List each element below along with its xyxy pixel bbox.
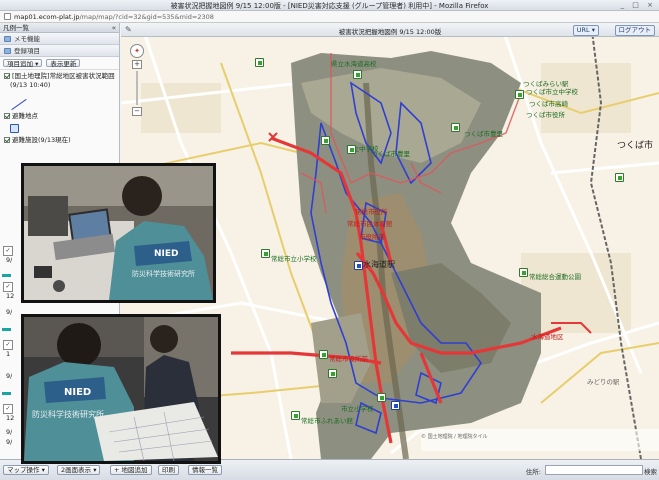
url-text[interactable]: map01.ecom-plat.jp/map/map/?cid=32&gid=5… (14, 13, 214, 21)
shelter-marker-icon[interactable] (291, 411, 300, 420)
photo-operator-at-laptop: NIED 防災科学技術研究所 (21, 163, 216, 303)
zoom-in-button[interactable]: + (132, 60, 142, 69)
logout-button[interactable]: ログアウト (614, 25, 655, 36)
station-marker-icon[interactable] (391, 401, 400, 410)
layers-icon (4, 48, 11, 54)
legend-swatch (2, 328, 11, 331)
shelter-marker-icon[interactable] (451, 123, 460, 132)
memo-icon (4, 36, 11, 42)
place-label: 水海道地区 (531, 333, 564, 341)
address-bar[interactable]: map01.ecom-plat.jp/map/map/?cid=32&gid=5… (0, 11, 659, 23)
layer-date: 12 (6, 414, 15, 422)
shelter-marker-icon[interactable] (321, 136, 330, 145)
legend-panel-header: 凡例一覧 « (0, 23, 119, 33)
layer-date: 9/ (6, 256, 13, 264)
url-button[interactable]: URL ▾ (572, 25, 599, 36)
dual-screen-button[interactable]: 2画面表示 ▾ (57, 465, 101, 475)
shelter-marker-icon[interactable] (377, 393, 386, 402)
legend-swatch (2, 274, 11, 277)
layer-checkbox[interactable] (4, 113, 10, 119)
search-button[interactable]: 検索 (644, 466, 657, 476)
place-label: つくば市役所 (526, 111, 565, 119)
vest-logo-text: NIED (154, 249, 179, 259)
refresh-display-button[interactable]: 表示更新 (46, 59, 81, 68)
shelter-marker-icon[interactable] (319, 350, 328, 359)
layer-date: 9/ (6, 372, 13, 380)
favicon-icon (4, 13, 11, 20)
section-memo[interactable]: メモ機能 (0, 33, 119, 45)
layer-item[interactable]: 避難施設(9/13現在) (0, 134, 118, 146)
place-label: 県立水海道高校 (331, 60, 377, 68)
layer-date: 12 (6, 292, 15, 300)
map-attribution: © 国土地理院 / 地理院タイル (421, 434, 488, 440)
shelter-marker-icon[interactable] (328, 369, 337, 378)
photo-image: NIED 防災科学技術研究所 (24, 317, 218, 461)
address-search-input[interactable] (545, 465, 643, 475)
shelter-legend-icon (10, 124, 19, 133)
place-label: 常総市民体育館 (347, 220, 393, 228)
layer-item-date: (9/13 10:40) (10, 81, 51, 89)
add-map-button[interactable]: + 地図追加 (110, 465, 152, 475)
collapse-icon[interactable]: « (112, 23, 116, 33)
shelter-marker-icon[interactable] (347, 145, 356, 154)
photo-team-reviewing-map: NIED 防災科学技術研究所 (21, 314, 221, 464)
browser-window: 被害状況把握地図例 9/15 12:00版 - [NIED災害対応支援 (グルー… (0, 0, 659, 480)
map-toolbar: ✎ 被害状況把握地図例 9/15 12:00版 URL ▾ ログアウト (121, 23, 659, 37)
layer-date: 1 (6, 350, 11, 358)
place-label: 市立小学校 (341, 405, 374, 413)
zoom-out-button[interactable]: − (132, 107, 142, 116)
place-label: つくば市豊里 (464, 130, 503, 138)
section-registered-items[interactable]: 登録項目 (0, 45, 119, 57)
map-operation-button[interactable]: マップ操作 ▾ (3, 465, 49, 475)
shelter-marker-icon[interactable] (515, 90, 524, 99)
zoom-slider[interactable] (136, 71, 138, 105)
window-controls[interactable]: _ □ × (621, 1, 656, 9)
place-label: 常総総合運動公園 (529, 273, 581, 281)
place-label: みどりの駅 (587, 378, 620, 386)
place-label: 常総市役所前 (329, 355, 368, 363)
legend-swatch (2, 392, 11, 395)
place-label: つくば市豊里 (371, 150, 410, 158)
vest-org-text: 防災科学技術研究所 (132, 269, 195, 278)
place-label: つくば市立中学校 (526, 88, 578, 96)
print-button[interactable]: 印刷 (158, 465, 179, 475)
shelter-marker-icon[interactable] (519, 268, 528, 277)
place-label: 常総市役所 (355, 208, 388, 216)
shelter-marker-icon[interactable] (255, 58, 264, 67)
city-label: つくば市 (617, 141, 654, 151)
window-title: 被害状況把握地図例 9/15 12:00版 - [NIED災害対応支援 (グルー… (170, 2, 489, 10)
shelter-marker-icon[interactable] (261, 249, 270, 258)
zoom-control: ✦ + − (130, 44, 144, 116)
vest-logo-text: NIED (64, 387, 91, 398)
shelter-marker-icon[interactable] (615, 173, 624, 182)
info-list-button[interactable]: 情報一覧 (188, 465, 222, 475)
place-label: 市役所前 (359, 233, 385, 241)
layer-date: 9/ (6, 308, 13, 316)
shelter-marker-icon[interactable] (353, 70, 362, 79)
place-label: 常総市立小学校 (271, 255, 317, 263)
title-bar: 被害状況把握地図例 9/15 12:00版 - [NIED災害対応支援 (グルー… (0, 0, 659, 11)
legend-toolbar: 項目追加 ▾ 表示更新 (0, 57, 119, 70)
station-marker-icon[interactable] (354, 261, 363, 270)
place-label: つくば市高崎 (529, 100, 568, 108)
address-search-label: 住所: (525, 468, 541, 476)
layer-checkbox[interactable] (4, 137, 10, 143)
photo-image: NIED 防災科学技術研究所 (24, 166, 213, 300)
flood-line-legend-icon (11, 98, 27, 111)
place-label: 常総市ふれあい館 (301, 417, 353, 425)
pan-control-icon[interactable]: ✦ (130, 44, 144, 58)
vest-org-text: 防災科学技術研究所 (32, 409, 104, 419)
layer-date: 9/ (6, 438, 13, 446)
station-label: 水海道駅 (363, 260, 395, 269)
layer-item[interactable]: 避難地点 (0, 110, 118, 122)
add-item-button[interactable]: 項目追加 ▾ (3, 59, 43, 68)
